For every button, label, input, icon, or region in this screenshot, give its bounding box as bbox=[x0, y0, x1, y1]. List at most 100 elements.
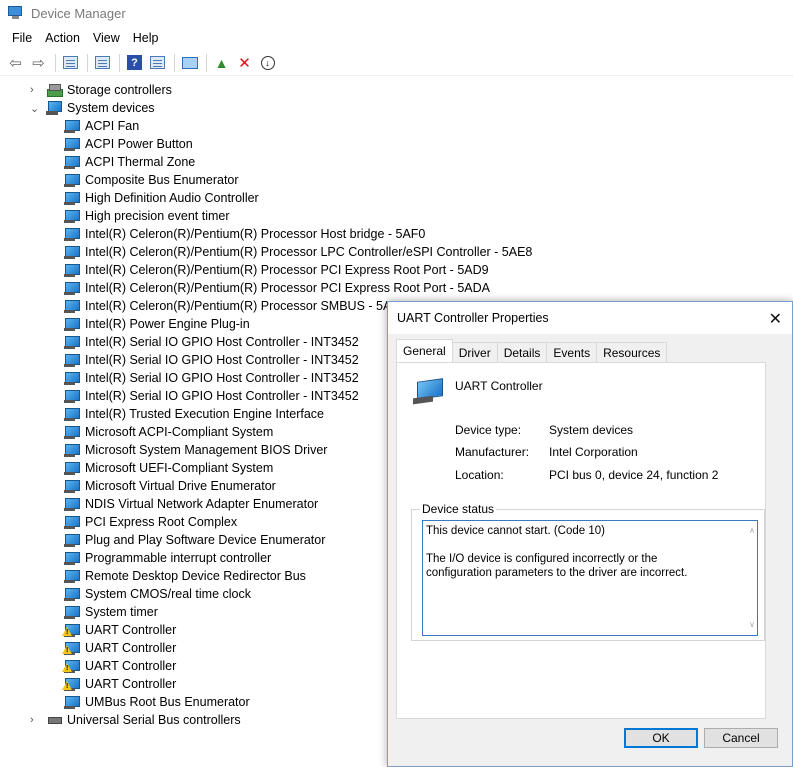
toolbar: ⇦ ⇨ ? ▲ ✕ ↓ bbox=[0, 50, 793, 76]
device-manager-icon bbox=[8, 6, 24, 20]
device-label: Microsoft UEFI-Compliant System bbox=[85, 461, 274, 475]
update-driver-icon: ▲ bbox=[214, 54, 229, 71]
tree-category-storage[interactable]: › Storage controllers bbox=[30, 81, 172, 99]
device-label: Intel(R) Serial IO GPIO Host Controller … bbox=[85, 335, 359, 349]
close-icon[interactable]: ✕ bbox=[769, 309, 782, 329]
tab-driver[interactable]: Driver bbox=[451, 342, 498, 362]
scan-hardware-button[interactable] bbox=[179, 53, 200, 73]
show-hide-console-tree-button[interactable] bbox=[60, 53, 81, 73]
device-row[interactable]: ACPI Fan bbox=[64, 117, 139, 135]
system-device-icon bbox=[64, 209, 80, 223]
device-row[interactable]: Microsoft UEFI-Compliant System bbox=[64, 459, 273, 477]
system-device-icon bbox=[64, 191, 80, 205]
system-device-icon bbox=[64, 497, 80, 511]
collapse-chevron-icon[interactable]: ⌄ bbox=[30, 102, 40, 115]
device-row[interactable]: UMBus Root Bus Enumerator bbox=[64, 693, 250, 711]
device-row[interactable]: Microsoft Virtual Drive Enumerator bbox=[64, 477, 276, 495]
device-label: Microsoft Virtual Drive Enumerator bbox=[85, 479, 276, 493]
device-row[interactable]: Intel(R) Celeron(R)/Pentium(R) Processor… bbox=[64, 261, 489, 279]
device-label: Microsoft ACPI-Compliant System bbox=[85, 425, 274, 439]
tab-general[interactable]: General bbox=[396, 339, 453, 362]
back-button[interactable]: ⇦ bbox=[5, 53, 26, 73]
device-row[interactable]: System CMOS/real time clock bbox=[64, 585, 251, 603]
device-row[interactable]: Intel(R) Power Engine Plug-in bbox=[64, 315, 250, 333]
tab-strip: General Driver Details Events Resources bbox=[396, 339, 668, 362]
expand-chevron-icon[interactable]: › bbox=[30, 714, 40, 726]
device-row[interactable]: Microsoft System Management BIOS Driver bbox=[64, 441, 327, 459]
system-device-icon bbox=[64, 155, 80, 169]
device-label: Microsoft System Management BIOS Driver bbox=[85, 443, 328, 457]
device-status-textbox[interactable]: This device cannot start. (Code 10) The … bbox=[422, 520, 758, 636]
tree-category-system[interactable]: ⌄ System devices bbox=[30, 99, 155, 117]
device-row[interactable]: System timer bbox=[64, 603, 158, 621]
device-label: ACPI Power Button bbox=[85, 137, 193, 151]
device-row[interactable]: ! UART Controller bbox=[62, 675, 176, 693]
device-row[interactable]: Intel(R) Serial IO GPIO Host Controller … bbox=[64, 333, 359, 351]
device-row[interactable]: Intel(R) Celeron(R)/Pentium(R) Processor… bbox=[64, 279, 490, 297]
menu-action[interactable]: Action bbox=[39, 31, 86, 45]
device-row[interactable]: Programmable interrupt controller bbox=[64, 549, 271, 567]
device-row[interactable]: High precision event timer bbox=[64, 207, 230, 225]
device-row[interactable]: High Definition Audio Controller bbox=[64, 189, 259, 207]
ok-button[interactable]: OK bbox=[624, 728, 698, 748]
uninstall-device-button[interactable]: ✕ bbox=[234, 53, 255, 73]
menu-file[interactable]: File bbox=[6, 31, 38, 45]
device-label: Intel(R) Celeron(R)/Pentium(R) Processor… bbox=[85, 281, 490, 295]
tab-resources[interactable]: Resources bbox=[596, 342, 668, 362]
properties-button[interactable] bbox=[92, 53, 113, 73]
menu-view[interactable]: View bbox=[87, 31, 126, 45]
update-driver-button[interactable]: ▲ bbox=[211, 53, 232, 73]
location-label: Location: bbox=[455, 468, 504, 482]
disable-device-button[interactable]: ↓ bbox=[257, 53, 278, 73]
device-row[interactable]: Microsoft ACPI-Compliant System bbox=[64, 423, 273, 441]
device-row[interactable]: Intel(R) Trusted Execution Engine Interf… bbox=[64, 405, 324, 423]
system-device-icon bbox=[64, 605, 80, 619]
dialog-title: UART Controller Properties bbox=[397, 311, 549, 325]
system-device-icon bbox=[64, 263, 80, 277]
tree-category-usb[interactable]: › Universal Serial Bus controllers bbox=[30, 711, 241, 729]
system-device-icon bbox=[64, 137, 80, 151]
scroll-down-icon[interactable]: ∨ bbox=[749, 618, 755, 632]
tab-events[interactable]: Events bbox=[546, 342, 598, 362]
device-row[interactable]: ACPI Power Button bbox=[64, 135, 193, 153]
manufacturer-value: Intel Corporation bbox=[549, 445, 638, 459]
system-device-icon bbox=[64, 479, 80, 493]
properties-dialog: UART Controller Properties ✕ General Dri… bbox=[387, 301, 793, 767]
device-row[interactable]: PCI Express Root Complex bbox=[64, 513, 237, 531]
forward-button[interactable]: ⇨ bbox=[28, 53, 49, 73]
device-row[interactable]: Composite Bus Enumerator bbox=[64, 171, 239, 189]
device-row[interactable]: ! UART Controller bbox=[62, 639, 176, 657]
device-row[interactable]: ! UART Controller bbox=[62, 621, 176, 639]
device-label: UMBus Root Bus Enumerator bbox=[85, 695, 250, 709]
properties-icon bbox=[95, 56, 110, 69]
action-pane-button[interactable] bbox=[147, 53, 168, 73]
device-row[interactable]: Intel(R) Serial IO GPIO Host Controller … bbox=[64, 369, 359, 387]
device-row[interactable]: Plug and Play Software Device Enumerator bbox=[64, 531, 325, 549]
storage-controller-icon bbox=[46, 83, 63, 97]
system-device-icon bbox=[64, 173, 80, 187]
system-device-icon bbox=[64, 569, 80, 583]
device-row[interactable]: Intel(R) Celeron(R)/Pentium(R) Processor… bbox=[64, 243, 532, 261]
device-row[interactable]: ! UART Controller bbox=[62, 657, 176, 675]
device-status-group: Device status This device cannot start. … bbox=[411, 502, 765, 641]
monitor-icon bbox=[181, 56, 198, 69]
device-label: Intel(R) Serial IO GPIO Host Controller … bbox=[85, 371, 359, 385]
device-row[interactable]: Intel(R) Serial IO GPIO Host Controller … bbox=[64, 387, 359, 405]
device-row[interactable]: NDIS Virtual Network Adapter Enumerator bbox=[64, 495, 318, 513]
device-label: Intel(R) Serial IO GPIO Host Controller … bbox=[85, 353, 359, 367]
device-row[interactable]: ACPI Thermal Zone bbox=[64, 153, 195, 171]
system-device-icon bbox=[64, 515, 80, 529]
tab-details[interactable]: Details bbox=[496, 342, 548, 362]
device-row[interactable]: Remote Desktop Device Redirector Bus bbox=[64, 567, 306, 585]
help-button[interactable]: ? bbox=[124, 53, 145, 73]
device-label: Intel(R) Trusted Execution Engine Interf… bbox=[85, 407, 325, 421]
cancel-button[interactable]: Cancel bbox=[704, 728, 778, 748]
device-row[interactable]: Intel(R) Celeron(R)/Pentium(R) Processor… bbox=[64, 297, 407, 315]
back-arrow-icon: ⇦ bbox=[9, 54, 22, 72]
scroll-up-icon[interactable]: ∧ bbox=[749, 524, 755, 538]
device-row[interactable]: Intel(R) Serial IO GPIO Host Controller … bbox=[64, 351, 359, 369]
device-label: PCI Express Root Complex bbox=[85, 515, 238, 529]
expand-chevron-icon[interactable]: › bbox=[30, 84, 40, 96]
device-row[interactable]: Intel(R) Celeron(R)/Pentium(R) Processor… bbox=[64, 225, 425, 243]
menu-help[interactable]: Help bbox=[127, 31, 165, 45]
